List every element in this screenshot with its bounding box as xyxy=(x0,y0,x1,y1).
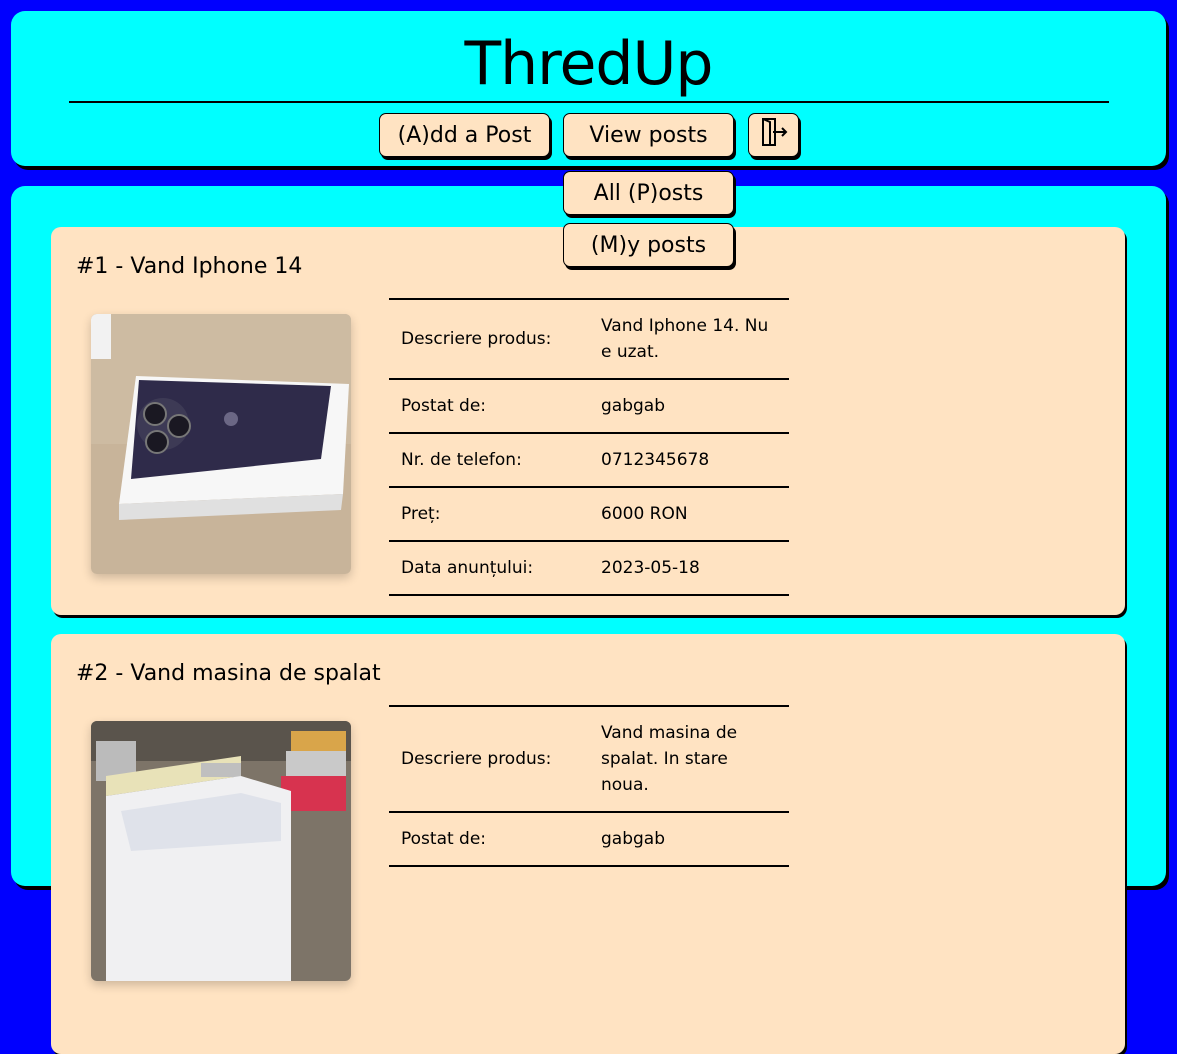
detail-label: Data anunțului: xyxy=(389,540,589,596)
table-row: Descriere produs: Vand Iphone 14. Nu e u… xyxy=(389,298,789,380)
post-title: #1 - Vand Iphone 14 xyxy=(76,254,303,279)
detail-label: Postat de: xyxy=(389,378,589,434)
detail-label: Nr. de telefon: xyxy=(389,432,589,488)
logout-icon xyxy=(758,116,790,154)
detail-label: Descriere produs: xyxy=(389,298,589,380)
my-posts-menu-item[interactable]: (M)y posts xyxy=(563,223,734,267)
post-image xyxy=(91,314,351,574)
table-row: Nr. de telefon: 0712345678 xyxy=(389,432,789,488)
post-title: #2 - Vand masina de spalat xyxy=(76,661,381,686)
add-post-button[interactable]: (A)dd a Post xyxy=(379,113,550,157)
detail-label: Preț: xyxy=(389,486,589,542)
detail-label: Descriere produs: xyxy=(389,705,589,813)
table-row: Preț: 6000 RON xyxy=(389,486,789,542)
table-row: Postat de: gabgab xyxy=(389,811,789,867)
post-card: #2 - Vand masina de spalat Descriere pro… xyxy=(51,634,1125,1054)
post-image xyxy=(91,721,351,981)
logout-button[interactable] xyxy=(748,113,799,157)
detail-value: Vand masina de spalat. In stare noua. xyxy=(589,705,789,813)
all-posts-menu-item[interactable]: All (P)osts xyxy=(563,171,734,215)
table-row: Data anunțului: 2023-05-18 xyxy=(389,540,789,596)
detail-value: 0712345678 xyxy=(589,432,789,488)
posts-panel: #1 - Vand Iphone 14 Descriere produs: Va… xyxy=(11,186,1166,1054)
detail-value: Vand Iphone 14. Nu e uzat. xyxy=(589,298,789,380)
detail-value: 6000 RON xyxy=(589,486,789,542)
post-details-table: Descriere produs: Vand masina de spalat.… xyxy=(389,705,789,867)
post-details-table: Descriere produs: Vand Iphone 14. Nu e u… xyxy=(389,298,789,596)
detail-value: 2023-05-18 xyxy=(589,540,789,596)
table-row: Descriere produs: Vand masina de spalat.… xyxy=(389,705,789,813)
app-title: ThredUp xyxy=(464,29,713,99)
view-posts-button[interactable]: View posts xyxy=(563,113,734,157)
detail-value: gabgab xyxy=(589,378,789,434)
table-row: Postat de: gabgab xyxy=(389,378,789,434)
post-card: #1 - Vand Iphone 14 Descriere produs: Va… xyxy=(51,227,1125,615)
title-divider xyxy=(69,101,1109,103)
detail-value: gabgab xyxy=(589,811,789,867)
detail-label: Postat de: xyxy=(389,811,589,867)
